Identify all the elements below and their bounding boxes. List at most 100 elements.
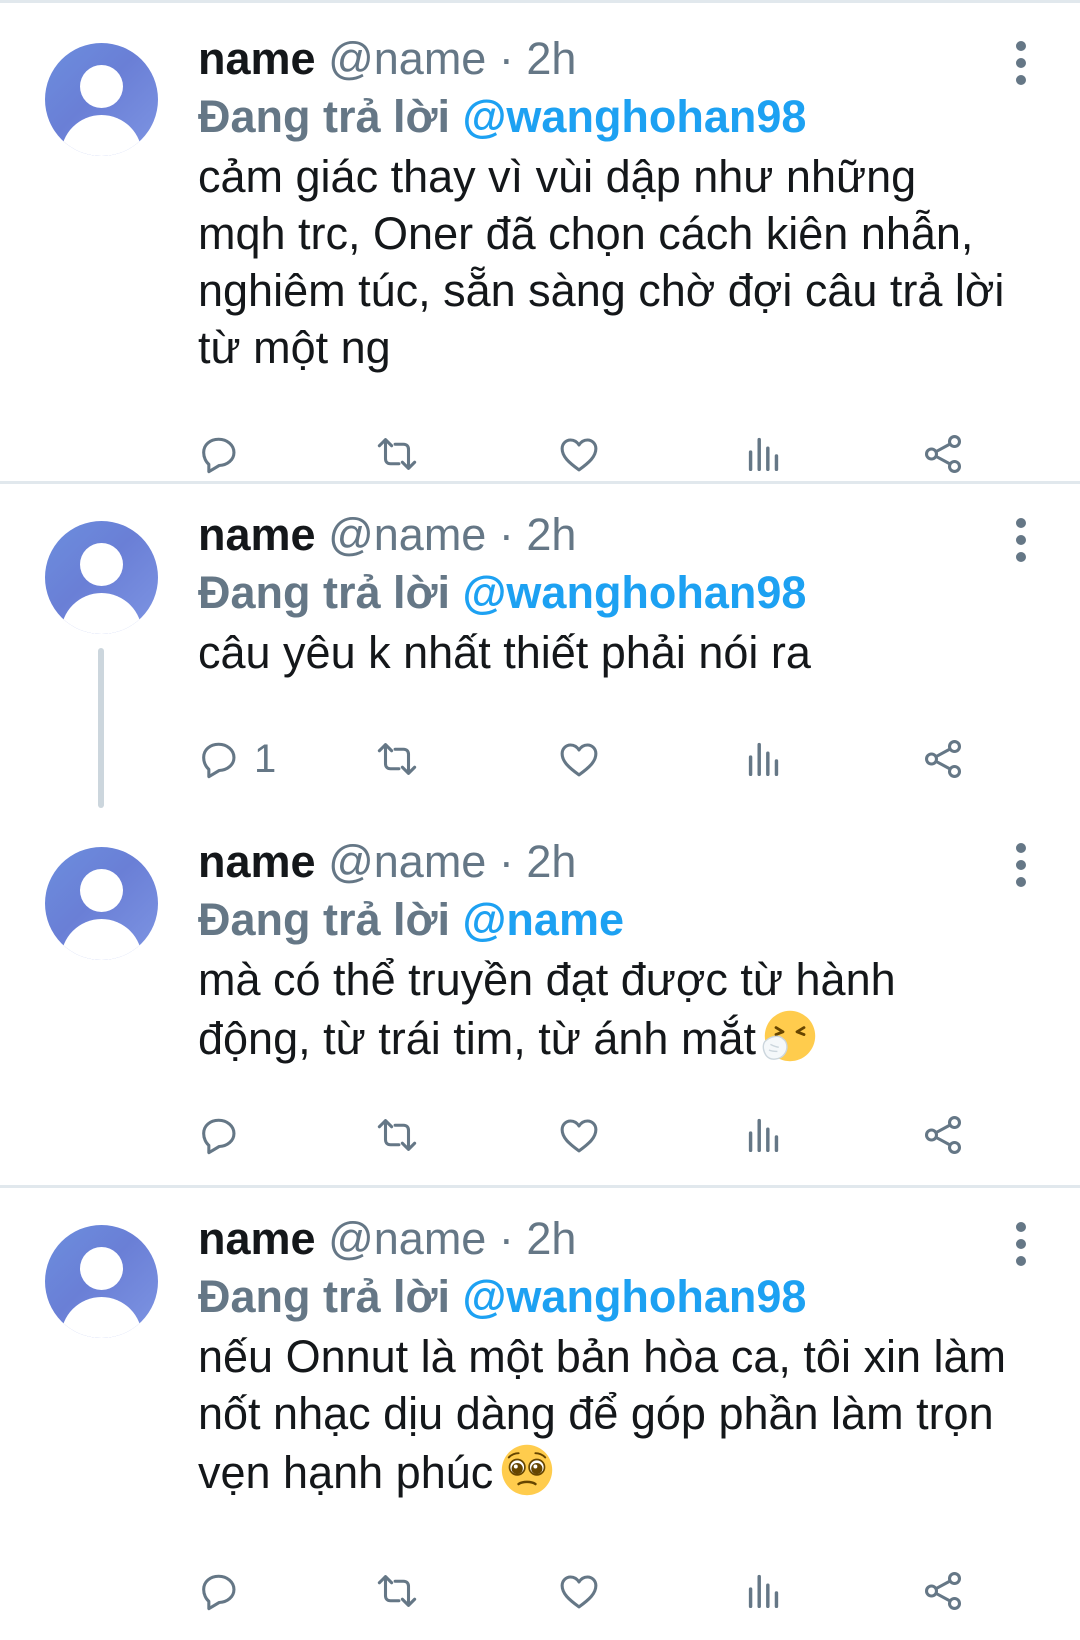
- avatar[interactable]: [45, 43, 158, 156]
- avatar-head-shape: [80, 869, 123, 912]
- tweet-actions: [196, 1110, 1020, 1160]
- avatar[interactable]: [45, 1225, 158, 1338]
- sneezing-face-emoji: [762, 1010, 816, 1062]
- reply-icon: [202, 437, 236, 474]
- share-button[interactable]: [920, 1110, 966, 1160]
- share-button[interactable]: [920, 429, 966, 479]
- handle[interactable]: @name: [328, 509, 486, 560]
- tweet-header: name @name · 2h: [198, 506, 1010, 564]
- timestamp[interactable]: 2h: [526, 1213, 576, 1264]
- timestamp[interactable]: 2h: [526, 509, 576, 560]
- retweet-button[interactable]: [374, 1110, 420, 1160]
- tweet-actions: [196, 429, 1020, 479]
- retweet-button[interactable]: [374, 429, 420, 479]
- reply-button[interactable]: [196, 1110, 254, 1160]
- avatar-head-shape: [80, 65, 123, 108]
- analytics-icon: [748, 1118, 779, 1153]
- reply-button[interactable]: 1: [196, 734, 276, 784]
- like-button[interactable]: [556, 1566, 602, 1616]
- like-icon: [560, 1575, 598, 1609]
- avatar[interactable]: [45, 521, 158, 634]
- tweet-text: cảm giác thay vì vùi dập như những mqh t…: [198, 151, 1005, 373]
- avatar-body-shape: [61, 919, 142, 960]
- reply-target-link[interactable]: @wanghohan98: [463, 567, 807, 618]
- more-vertical-icon[interactable]: [1016, 843, 1028, 894]
- reply-context: Đang trả lời @name: [198, 891, 1010, 949]
- reply-prefix: Đang trả lời: [198, 567, 451, 618]
- reply-button[interactable]: [196, 429, 254, 479]
- share-icon: [924, 1116, 962, 1154]
- analytics-button[interactable]: [741, 1110, 787, 1160]
- separator-dot: ·: [498, 836, 514, 887]
- analytics-icon: [748, 1574, 779, 1609]
- more-vertical-icon[interactable]: [1016, 518, 1028, 569]
- reply-icon: [202, 1118, 236, 1155]
- share-icon: [924, 435, 962, 473]
- reply-context: Đang trả lời @wanghohan98: [198, 88, 1010, 146]
- share-icon: [924, 740, 962, 778]
- analytics-icon: [748, 437, 779, 472]
- tweet[interactable]: name @name · 2h Đang trả lời @name mà có…: [0, 809, 1080, 1185]
- share-button[interactable]: [920, 734, 966, 784]
- share-button[interactable]: [920, 1566, 966, 1616]
- avatar-head-shape: [80, 543, 123, 586]
- like-button[interactable]: [556, 734, 602, 784]
- avatar-body-shape: [61, 115, 142, 156]
- avatar-body-shape: [61, 593, 142, 634]
- separator-dot: ·: [498, 33, 514, 84]
- reply-context: Đang trả lời @wanghohan98: [198, 1268, 1010, 1326]
- analytics-icon: [748, 742, 779, 777]
- tweet[interactable]: name @name · 2h Đang trả lời @wanghohan9…: [0, 484, 1080, 809]
- tweet-text: câu yêu k nhất thiết phải nói ra: [198, 627, 811, 678]
- reply-button[interactable]: [196, 1566, 254, 1616]
- retweet-button[interactable]: [374, 734, 420, 784]
- handle[interactable]: @name: [328, 33, 486, 84]
- tweet-actions: 1: [196, 734, 1020, 784]
- avatar-body-shape: [61, 1297, 142, 1338]
- tweet[interactable]: name @name · 2h Đang trả lời @wanghohan9…: [0, 1188, 1080, 1640]
- tweet-header: name @name · 2h: [198, 1210, 1010, 1268]
- like-button[interactable]: [556, 429, 602, 479]
- analytics-button[interactable]: [741, 1566, 787, 1616]
- reply-prefix: Đang trả lời: [198, 1271, 451, 1322]
- like-icon: [560, 438, 598, 472]
- timestamp[interactable]: 2h: [526, 836, 576, 887]
- handle[interactable]: @name: [328, 1213, 486, 1264]
- reply-target-link[interactable]: @wanghohan98: [463, 1271, 807, 1322]
- share-icon: [924, 1572, 962, 1610]
- retweet-button[interactable]: [374, 1566, 420, 1616]
- thread-connector: [98, 648, 104, 808]
- more-vertical-icon[interactable]: [1016, 41, 1028, 92]
- reply-icon: [202, 742, 236, 779]
- analytics-button[interactable]: [741, 429, 787, 479]
- display-name[interactable]: name: [198, 836, 316, 887]
- avatar[interactable]: [45, 847, 158, 960]
- tweet-actions: [196, 1566, 1020, 1616]
- tweet[interactable]: name @name · 2h Đang trả lời @wanghohan9…: [0, 3, 1080, 481]
- tweet-text: nếu Onnut là một bản hòa ca, tôi xin làm…: [198, 1328, 1010, 1501]
- more-vertical-icon[interactable]: [1016, 1222, 1028, 1273]
- like-icon: [560, 1119, 598, 1153]
- tweet-text-content: nếu Onnut là một bản hòa ca, tôi xin làm…: [198, 1331, 1006, 1498]
- reply-target-link[interactable]: @name: [463, 894, 624, 945]
- avatar-head-shape: [80, 1247, 123, 1290]
- like-icon: [560, 743, 598, 777]
- reply-context: Đang trả lời @wanghohan98: [198, 564, 1010, 622]
- timestamp[interactable]: 2h: [526, 33, 576, 84]
- separator-dot: ·: [498, 509, 514, 560]
- display-name[interactable]: name: [198, 1213, 316, 1264]
- reply-prefix: Đang trả lời: [198, 894, 451, 945]
- tweet-content: name @name · 2h Đang trả lời @wanghohan9…: [198, 506, 1010, 681]
- analytics-button[interactable]: [741, 734, 787, 784]
- display-name[interactable]: name: [198, 509, 316, 560]
- reply-target-link[interactable]: @wanghohan98: [463, 91, 807, 142]
- handle[interactable]: @name: [328, 836, 486, 887]
- tweet-content: name @name · 2h Đang trả lời @name mà có…: [198, 833, 1010, 1067]
- retweet-icon: [377, 743, 417, 775]
- retweet-icon: [377, 1575, 417, 1607]
- like-button[interactable]: [556, 1110, 602, 1160]
- reply-count: 1: [254, 737, 277, 781]
- reply-prefix: Đang trả lời: [198, 91, 451, 142]
- display-name[interactable]: name: [198, 33, 316, 84]
- reply-icon: [202, 1574, 236, 1611]
